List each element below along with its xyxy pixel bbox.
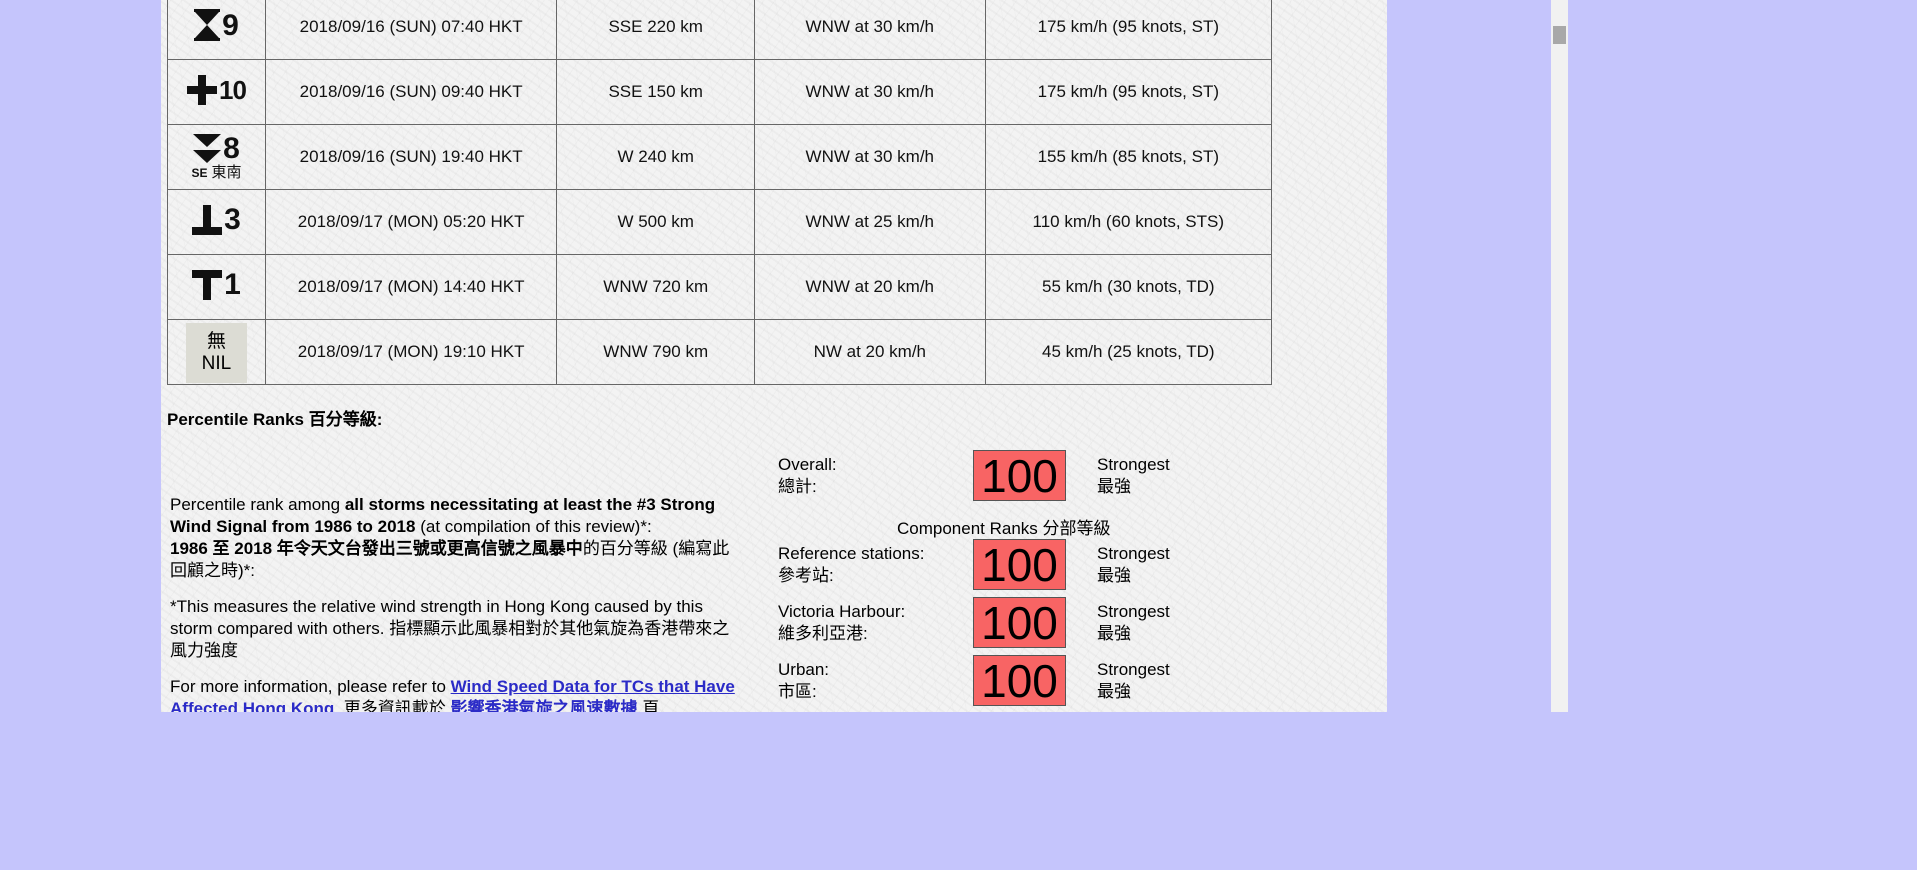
table-row: 1 2018/09/17 (MON) 14:40 HKT WNW 720 km … bbox=[167, 254, 1273, 320]
signal-cell: 9 bbox=[167, 0, 266, 60]
signal-9-hourglass-icon: 9 bbox=[194, 8, 239, 42]
signal-nil-en: NIL bbox=[201, 353, 232, 374]
signal-cell: 10 bbox=[167, 59, 266, 125]
max-wind-cell: 175 km/h (95 knots, ST) bbox=[984, 0, 1273, 60]
signal-10-cross-icon: 10 bbox=[186, 74, 247, 105]
wind-speed-data-link-zh[interactable]: 影響香港氣旋之風速數據 bbox=[451, 699, 638, 712]
position-cell: SSE 150 km bbox=[556, 59, 756, 125]
position-cell: SSE 220 km bbox=[556, 0, 756, 60]
signal-cell: 1 bbox=[167, 254, 266, 320]
component-ranks-heading: Component Ranks 分部等級 bbox=[897, 519, 1111, 538]
percentile-note: *This measures the relative wind strengt… bbox=[170, 597, 730, 660]
signal-nil-zh: 無 bbox=[206, 331, 226, 352]
percentile-intro: Percentile rank among all storms necessi… bbox=[170, 495, 730, 580]
table-row: 無 NIL 2018/09/17 (MON) 19:10 HKT WNW 790… bbox=[167, 319, 1273, 385]
signal-number: 9 bbox=[222, 8, 239, 42]
signal-cell: 8 SE 東南 bbox=[167, 124, 266, 190]
time-cell: 2018/09/16 (SUN) 07:40 HKT bbox=[264, 0, 558, 60]
signal-8-se-triangles-icon: 8 SE 東南 bbox=[191, 127, 241, 187]
rank-value-box: 100 bbox=[973, 597, 1066, 649]
signal-number: 10 bbox=[218, 74, 247, 105]
movement-cell: WNW at 30 km/h bbox=[754, 0, 986, 60]
signal-direction-zh: 東南 bbox=[211, 163, 242, 181]
signal-cell: 無 NIL bbox=[167, 319, 266, 385]
movement-cell: WNW at 25 km/h bbox=[754, 189, 986, 255]
time-cell: 2018/09/16 (SUN) 09:40 HKT bbox=[264, 59, 558, 125]
signal-cell: 3 bbox=[167, 189, 266, 255]
table-row: 10 2018/09/16 (SUN) 09:40 HKT SSE 150 km… bbox=[167, 59, 1273, 125]
percentile-heading: Percentile Ranks 百分等級: bbox=[167, 410, 383, 429]
position-cell: W 240 km bbox=[556, 124, 756, 190]
time-cell: 2018/09/16 (SUN) 19:40 HKT bbox=[264, 124, 558, 190]
max-wind-cell: 155 km/h (85 knots, ST) bbox=[984, 124, 1273, 190]
urban-rank: Urban: 市區: 100 Strongest 最強 bbox=[778, 655, 1170, 707]
signal-1-t-icon: 1 bbox=[192, 267, 241, 301]
movement-cell: WNW at 30 km/h bbox=[754, 124, 986, 190]
content-page: 9 2018/09/16 (SUN) 07:40 HKT SSE 220 km … bbox=[161, 0, 1387, 712]
table-row: 9 2018/09/16 (SUN) 07:40 HKT SSE 220 km … bbox=[167, 0, 1273, 60]
signal-3-inverted-t-icon: 3 bbox=[192, 202, 241, 236]
table-row: 8 SE 東南 2018/09/16 (SUN) 19:40 HKT W 240 … bbox=[167, 124, 1273, 190]
rank-value-box: 100 bbox=[973, 539, 1066, 591]
more-info: For more information, please refer to Wi… bbox=[170, 676, 745, 712]
signal-direction-en: SE bbox=[191, 165, 208, 180]
rank-value-box: 100 bbox=[973, 655, 1066, 707]
position-cell: WNW 720 km bbox=[556, 254, 756, 320]
position-cell: WNW 790 km bbox=[556, 319, 756, 385]
signal-table: 9 2018/09/16 (SUN) 07:40 HKT SSE 220 km … bbox=[167, 0, 1273, 385]
reference-stations-rank: Reference stations: 參考站: 100 Strongest 最強 bbox=[778, 539, 1170, 591]
movement-cell: WNW at 20 km/h bbox=[754, 254, 986, 320]
max-wind-cell: 175 km/h (95 knots, ST) bbox=[984, 59, 1273, 125]
position-cell: W 500 km bbox=[556, 189, 756, 255]
overall-rank: Overall: 總計: 100 Strongest 最強 bbox=[778, 450, 1170, 502]
movement-cell: NW at 20 km/h bbox=[754, 319, 986, 385]
max-wind-cell: 55 km/h (30 knots, TD) bbox=[984, 254, 1273, 320]
signal-nil-icon: 無 NIL bbox=[185, 323, 247, 383]
signal-number: 8 bbox=[223, 131, 240, 165]
rank-value-box: 100 bbox=[973, 450, 1066, 502]
signal-number: 3 bbox=[224, 202, 241, 236]
signal-number: 1 bbox=[224, 267, 241, 301]
movement-cell: WNW at 30 km/h bbox=[754, 59, 986, 125]
time-cell: 2018/09/17 (MON) 19:10 HKT bbox=[264, 319, 558, 385]
victoria-harbour-rank: Victoria Harbour: 維多利亞港: 100 Strongest 最強 bbox=[778, 597, 1170, 649]
scrollbar-thumb[interactable] bbox=[1553, 26, 1566, 44]
time-cell: 2018/09/17 (MON) 14:40 HKT bbox=[264, 254, 558, 320]
percentile-description: Percentile rank among all storms necessi… bbox=[170, 494, 745, 712]
time-cell: 2018/09/17 (MON) 05:20 HKT bbox=[264, 189, 558, 255]
table-row: 3 2018/09/17 (MON) 05:20 HKT W 500 km WN… bbox=[167, 189, 1273, 255]
max-wind-cell: 45 km/h (25 knots, TD) bbox=[984, 319, 1273, 385]
vertical-scrollbar[interactable] bbox=[1551, 0, 1568, 712]
max-wind-cell: 110 km/h (60 knots, STS) bbox=[984, 189, 1273, 255]
